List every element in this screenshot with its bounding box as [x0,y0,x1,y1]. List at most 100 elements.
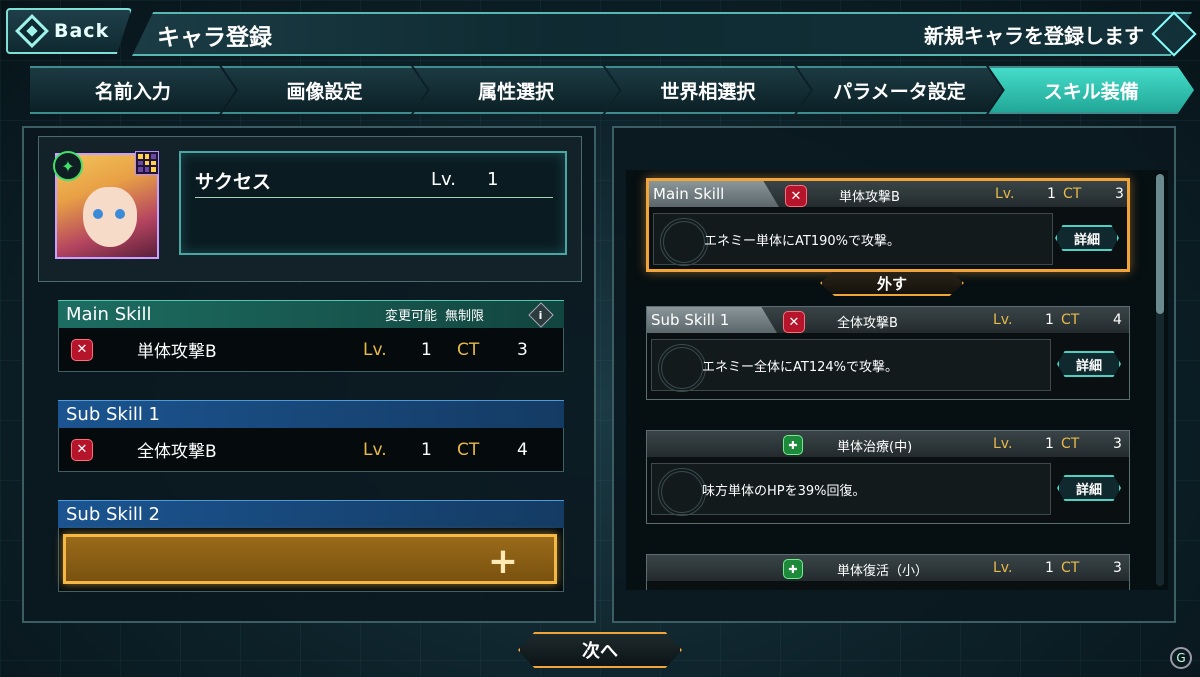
detail-button[interactable]: 詳細 [1057,475,1121,501]
crossed-swords-icon: ✕ [71,438,93,461]
divider [195,197,553,198]
skill-ct-label: CT [457,439,480,460]
skill-card-ct: 3 [1113,436,1122,452]
sub-skill-1-slot[interactable]: Sub Skill 1 ✕ 全体攻撃B Lv. 1 CT 4 [58,400,564,472]
skill-list-panel: Main Skill ✕ 単体攻撃B Lv. 1 CT 3 エネミー単体にAT1… [612,126,1176,623]
skill-card[interactable]: ✚ 単体復活（小） Lv. 1 CT 3 [646,554,1130,590]
character-lv-value: 1 [487,169,499,190]
skill-card-lv: 1 [1045,312,1054,328]
skill-card-ct-label: CT [1061,436,1080,452]
skill-lv-label: Lv. [363,439,387,460]
skill-card-header: ✚ 単体治療(中) Lv. 1 CT 3 [647,431,1129,457]
slot-title: Main Skill [66,304,152,325]
scrollbar[interactable] [1156,174,1164,586]
skill-card-header: ✚ 単体復活（小） Lv. 1 CT 3 [647,555,1129,581]
element-icon: ✦ [53,151,83,181]
skill-card-desc-box: エネミー全体にAT124%で攻撃。 [651,339,1051,392]
skill-card-desc: 味方単体のHPを39%回復。 [702,484,866,499]
skill-card-header: Main Skill ✕ 単体攻撃B Lv. 1 CT 3 [649,181,1127,207]
detail-button[interactable]: 詳細 [1057,351,1121,377]
back-label: Back [54,20,110,42]
character-lv-label: Lv. [431,169,457,190]
skill-list[interactable]: Main Skill ✕ 単体攻撃B Lv. 1 CT 3 エネミー単体にAT1… [626,170,1168,590]
skill-lv-label: Lv. [363,339,387,360]
skill-card-name: 単体復活（小） [837,564,929,579]
skill-card-ct-label: CT [1063,186,1082,202]
skill-lv-value: 1 [421,439,432,460]
diamond-icon [15,14,49,48]
header: Back キャラ登録 新規キャラを登録します [0,0,1200,62]
page-title: キャラ登録 [157,25,272,51]
skill-card-lv: 1 [1045,436,1054,452]
skill-card-ct-label: CT [1061,312,1080,328]
skill-card-lv-label: Lv. [993,436,1013,452]
tab-attribute-select[interactable]: 属性選択 [413,66,620,114]
sub-skill-1-body: ✕ 全体攻撃B Lv. 1 CT 4 [58,428,564,472]
skill-ct-label: CT [457,339,480,360]
skill-name: 単体攻撃B [137,342,217,362]
skill-card-tag: Sub Skill 1 [647,307,777,333]
main-skill-body: ✕ 単体攻撃B Lv. 1 CT 3 [58,328,564,372]
skill-card-tag [647,431,777,457]
revive-icon: ✚ [783,559,803,579]
tab-image-settings[interactable]: 画像設定 [221,66,428,114]
skill-ct-value: 4 [517,439,528,460]
skill-card-desc: エネミー全体にAT124%で攻撃。 [702,360,898,375]
skill-card-desc-box: 味方単体のHPを39%回復。 [651,463,1051,516]
skill-card-ct-label: CT [1061,560,1080,576]
info-icon[interactable]: i [528,301,554,328]
heal-icon: ✚ [783,435,803,455]
skill-card[interactable]: Main Skill ✕ 単体攻撃B Lv. 1 CT 3 エネミー単体にAT1… [646,178,1130,272]
remove-button[interactable]: 外す [820,270,964,296]
step-tabs: 名前入力 画像設定 属性選択 世界相選択 パラメータ設定 スキル装備 [30,66,1195,114]
main-skill-header: Main Skill 変更可能 無制限 i [58,300,564,328]
tab-name-input[interactable]: 名前入力 [30,66,236,114]
sub-skill-2-body: + [58,528,564,592]
tab-parameter-settings[interactable]: パラメータ設定 [796,66,1003,114]
add-skill-button[interactable]: + [63,534,557,584]
slot-notes: 変更可能 無制限 i [384,301,554,328]
sub-skill-2-slot[interactable]: Sub Skill 2 + [58,500,564,592]
detail-button[interactable]: 詳細 [1055,225,1119,251]
portrait-eye [115,209,125,219]
skill-card[interactable]: ✚ 単体治療(中) Lv. 1 CT 3 味方単体のHPを39%回復。 詳細 [646,430,1130,524]
page-subtitle: 新規キャラを登録します [924,24,1144,48]
skill-card-lv-label: Lv. [993,312,1013,328]
skill-card-desc: エネミー単体にAT190%で攻撃。 [704,234,900,249]
skill-card-tag: Main Skill [649,181,779,207]
skill-ct-value: 3 [517,339,528,360]
slot-title: Sub Skill 2 [66,504,161,525]
tab-skill-equip[interactable]: スキル装備 [988,66,1195,114]
portrait-face [83,187,137,247]
watermark-icon: G [1170,647,1192,669]
skill-card-desc-box: エネミー単体にAT190%で攻撃。 [653,213,1053,266]
skill-name: 全体攻撃B [137,442,217,462]
slot-note-changeable: 変更可能 [384,309,437,324]
slot-title: Sub Skill 1 [66,404,161,425]
skill-card-ct: 3 [1113,560,1122,576]
crossed-swords-icon: ✕ [71,338,93,361]
skill-lv-value: 1 [421,339,432,360]
crossed-swords-icon: ✕ [785,185,807,207]
tab-world-select[interactable]: 世界相選択 [605,66,811,114]
skill-card-lv-label: Lv. [995,186,1015,202]
scroll-thumb[interactable] [1156,174,1164,314]
character-name-box: サクセス Lv. 1 [179,151,567,255]
skill-card-ct: 3 [1115,186,1124,202]
crossed-swords-icon: ✕ [783,311,805,333]
character-name: サクセス [195,171,272,193]
sub-skill-1-header: Sub Skill 1 [58,400,564,428]
skill-card-name: 単体攻撃B [839,190,900,205]
skill-card-lv: 1 [1047,186,1056,202]
skill-card-lv: 1 [1045,560,1054,576]
skill-card-tag [647,555,777,581]
skill-card-name: 全体攻撃B [837,316,898,331]
character-profile: ✦ サクセス Lv. 1 [38,136,582,282]
back-button[interactable]: Back [6,8,132,54]
skill-card[interactable]: Sub Skill 1 ✕ 全体攻撃B Lv. 1 CT 4 エネミー全体にAT… [646,306,1130,400]
main-skill-slot[interactable]: Main Skill 変更可能 無制限 i ✕ 単体攻撃B Lv. 1 CT 3 [58,300,564,372]
sub-skill-2-header: Sub Skill 2 [58,500,564,528]
skill-card-name: 単体治療(中) [837,440,913,455]
next-button[interactable]: 次へ [518,632,682,668]
portrait-eye [93,209,103,219]
